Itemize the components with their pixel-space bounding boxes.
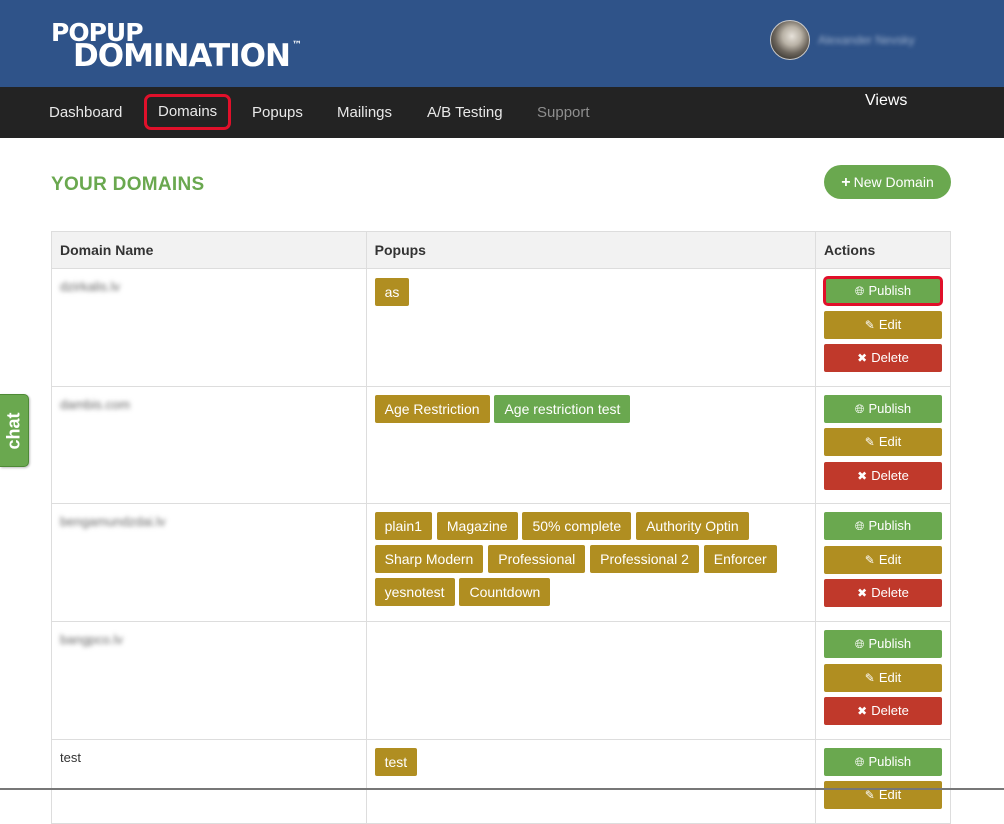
domain-name-cell: dzirkalis.lv xyxy=(51,268,367,387)
popup-tag[interactable]: Magazine xyxy=(436,512,518,540)
nav-mailings[interactable]: Mailings xyxy=(337,87,392,138)
popup-tag[interactable]: test xyxy=(374,747,418,776)
avatar[interactable] xyxy=(770,20,810,60)
actions-cell: 🌐︎ Publish ✎ Edit ✖ Delete xyxy=(814,621,952,740)
page-title: YOUR DOMAINS xyxy=(51,174,205,195)
domain-name-cell: test xyxy=(51,738,367,824)
edit-icon: ✎ xyxy=(864,788,875,802)
popups-cell xyxy=(365,621,816,740)
globe-icon: 🌐︎ xyxy=(854,284,865,298)
table-row: dambis.com Age Restriction Age restricti… xyxy=(51,385,952,504)
main-nav: Dashboard Domains Popups Mailings A/B Te… xyxy=(0,87,1004,138)
popup-tag[interactable]: yesnotest xyxy=(374,578,455,606)
nav-popups[interactable]: Popups xyxy=(252,87,303,138)
publish-button[interactable]: 🌐︎ Publish xyxy=(823,512,942,540)
edit-icon: ✎ xyxy=(864,435,875,449)
top-header: POPUP DOMINATION ™ Alexander Nevsky xyxy=(0,0,1004,87)
actions-cell: 🌐︎ Publish ✎ Edit xyxy=(814,738,952,824)
edit-icon: ✎ xyxy=(864,552,875,567)
globe-icon: 🌐︎ xyxy=(854,637,865,651)
delete-button[interactable]: ✖ Delete xyxy=(823,579,942,607)
nav-dashboard[interactable]: Dashboard xyxy=(49,87,122,138)
domain-name-cell: dambis.com xyxy=(51,385,367,504)
new-domain-button[interactable]: + New Domain xyxy=(824,165,951,199)
globe-icon: 🌐︎ xyxy=(854,401,865,416)
table-row: bangpco.lv 🌐︎ Publish ✎ Edit ✖ Delete xyxy=(51,621,952,740)
domain-name[interactable]: bengamundzdai.lv xyxy=(60,514,166,529)
popup-domination-logo[interactable]: POPUP DOMINATION ™ xyxy=(51,20,302,74)
table-row: bengamundzdai.lv plain1 Magazine 50% com… xyxy=(51,503,952,622)
column-header-popups: Popups xyxy=(365,231,816,269)
edit-icon: ✎ xyxy=(864,317,875,332)
username: Alexander Nevsky xyxy=(818,33,915,47)
column-header-actions: Actions xyxy=(814,231,952,269)
popup-tag[interactable]: Enforcer xyxy=(703,545,777,573)
popup-tag[interactable]: Age restriction test xyxy=(494,394,631,423)
domain-name[interactable]: test xyxy=(60,750,81,765)
publish-button[interactable]: 🌐︎ Publish xyxy=(822,276,943,306)
nav-ab-testing[interactable]: A/B Testing xyxy=(427,87,503,138)
nav-domains[interactable]: Domains xyxy=(144,94,232,130)
close-icon: ✖ xyxy=(857,468,868,483)
edit-button[interactable]: ✎ Edit xyxy=(823,663,942,692)
delete-button[interactable]: ✖ Delete xyxy=(823,344,942,372)
popup-tag[interactable]: Professional xyxy=(488,545,586,573)
actions-cell: 🌐︎ Publish ✎ Edit ✖ Delete xyxy=(814,385,952,504)
popup-tag[interactable]: plain1 xyxy=(374,512,432,540)
domain-name[interactable]: dzirkalis.lv xyxy=(60,279,120,294)
publish-button[interactable]: 🌐︎ Publish xyxy=(823,747,942,776)
popup-tag[interactable]: Age Restriction xyxy=(374,394,490,423)
popups-cell: plain1 Magazine 50% complete Authority O… xyxy=(365,503,816,622)
table-row: dzirkalis.lv as 🌐︎ Publish ✎ Edit ✖ Delete xyxy=(51,268,952,387)
globe-icon: 🌐︎ xyxy=(854,754,865,769)
popup-tag[interactable]: Countdown xyxy=(459,578,551,606)
table-header-row: Domain Name Popups Actions xyxy=(51,231,952,269)
domain-name-cell: bengamundzdai.lv xyxy=(51,503,367,622)
edit-button[interactable]: ✎ Edit xyxy=(823,545,942,574)
popup-tag[interactable]: as xyxy=(374,278,410,306)
close-icon: ✖ xyxy=(857,704,868,718)
actions-cell: 🌐︎ Publish ✎ Edit ✖ Delete xyxy=(814,268,952,387)
popup-tag[interactable]: Sharp Modern xyxy=(374,545,484,573)
edit-button[interactable]: ✎ Edit xyxy=(823,310,942,339)
popup-tag[interactable]: Professional 2 xyxy=(590,545,699,573)
domains-table: Domain Name Popups Actions dzirkalis.lv … xyxy=(51,231,952,824)
domain-name[interactable]: dambis.com xyxy=(60,397,130,412)
edit-icon: ✎ xyxy=(864,670,875,685)
popup-tag[interactable]: 50% complete xyxy=(522,512,632,540)
popup-tag[interactable]: Authority Optin xyxy=(636,512,749,540)
popups-cell: as xyxy=(365,268,816,387)
popups-cell: test xyxy=(365,738,816,824)
globe-icon: 🌐︎ xyxy=(854,519,865,533)
close-icon: ✖ xyxy=(857,586,868,600)
views-label: Views xyxy=(865,92,908,109)
edit-button[interactable]: ✎ Edit xyxy=(823,781,942,809)
actions-cell: 🌐︎ Publish ✎ Edit ✖ Delete xyxy=(814,503,952,622)
chat-label: chat xyxy=(3,411,24,450)
delete-button[interactable]: ✖ Delete xyxy=(823,461,942,490)
user-menu[interactable]: Alexander Nevsky xyxy=(770,20,915,60)
close-icon: ✖ xyxy=(857,351,868,365)
nav-support[interactable]: Support xyxy=(537,87,590,138)
logo-line-2: DOMINATION ™ xyxy=(73,38,302,74)
popups-cell: Age Restriction Age restriction test xyxy=(365,385,816,504)
domain-name-cell: bangpco.lv xyxy=(51,621,367,740)
domain-name[interactable]: bangpco.lv xyxy=(60,632,123,647)
chat-tab[interactable]: chat xyxy=(0,394,29,467)
delete-button[interactable]: ✖ Delete xyxy=(823,697,942,725)
plus-icon: + xyxy=(841,174,851,191)
publish-button[interactable]: 🌐︎ Publish xyxy=(823,630,942,658)
column-header-domain: Domain Name xyxy=(51,231,367,269)
table-row: test test 🌐︎ Publish ✎ Edit xyxy=(51,738,952,824)
edit-button[interactable]: ✎ Edit xyxy=(823,428,942,456)
publish-button[interactable]: 🌐︎ Publish xyxy=(823,394,942,423)
